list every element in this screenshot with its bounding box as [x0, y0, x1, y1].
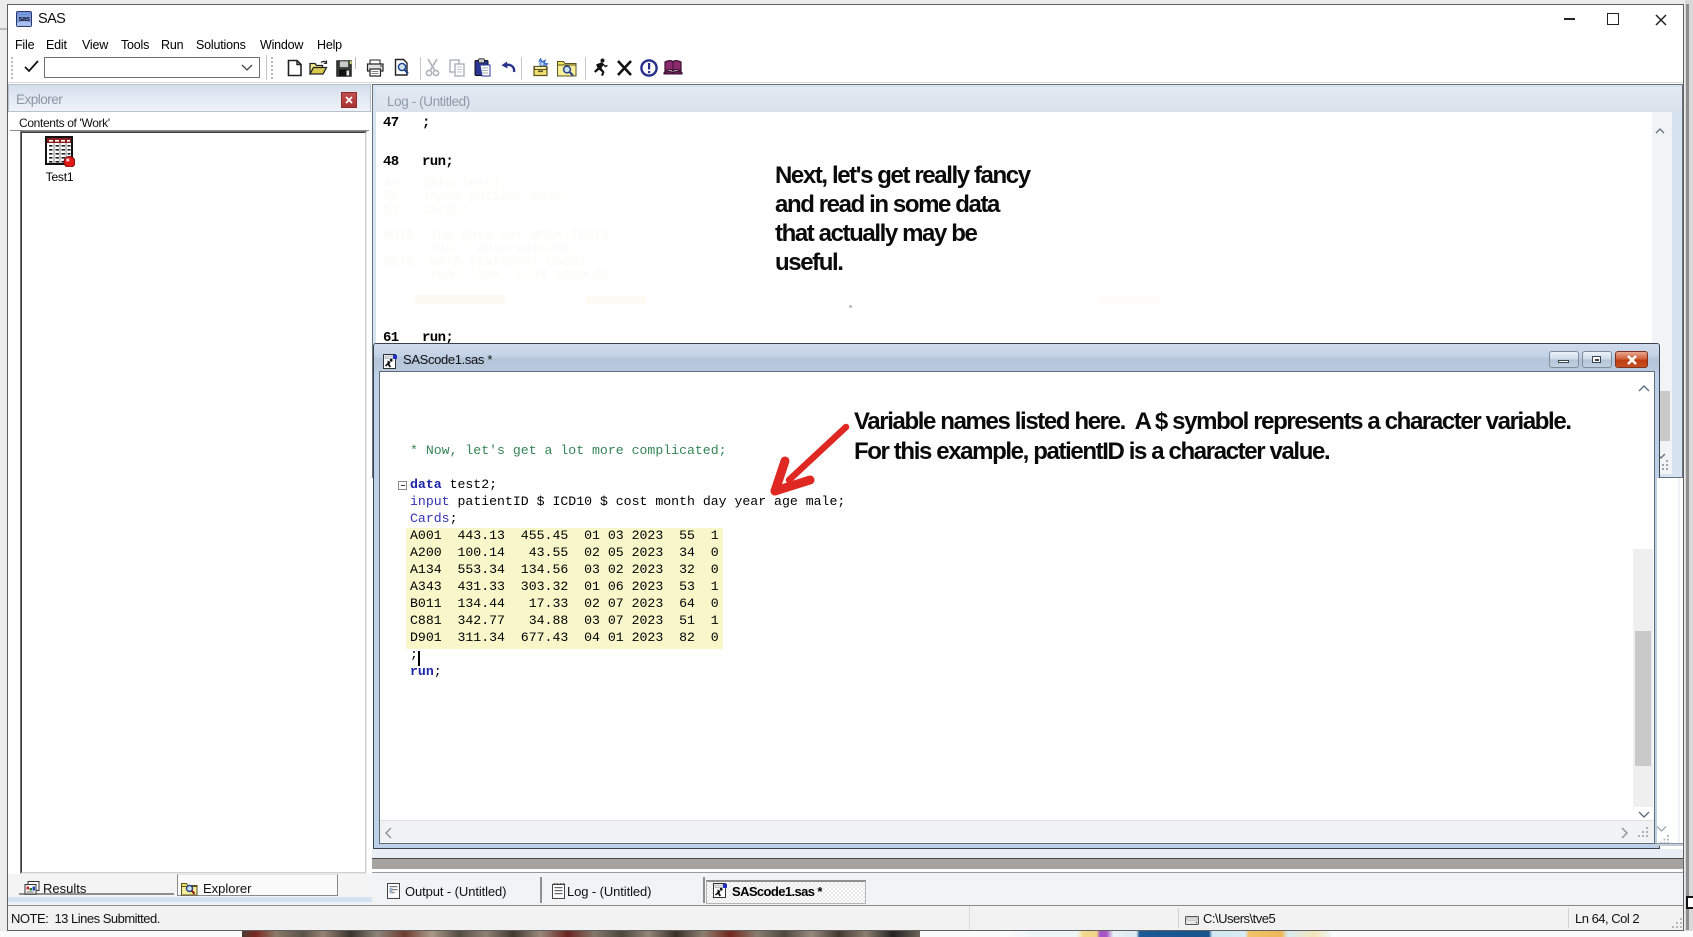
svg-text:sas: sas [18, 14, 29, 23]
